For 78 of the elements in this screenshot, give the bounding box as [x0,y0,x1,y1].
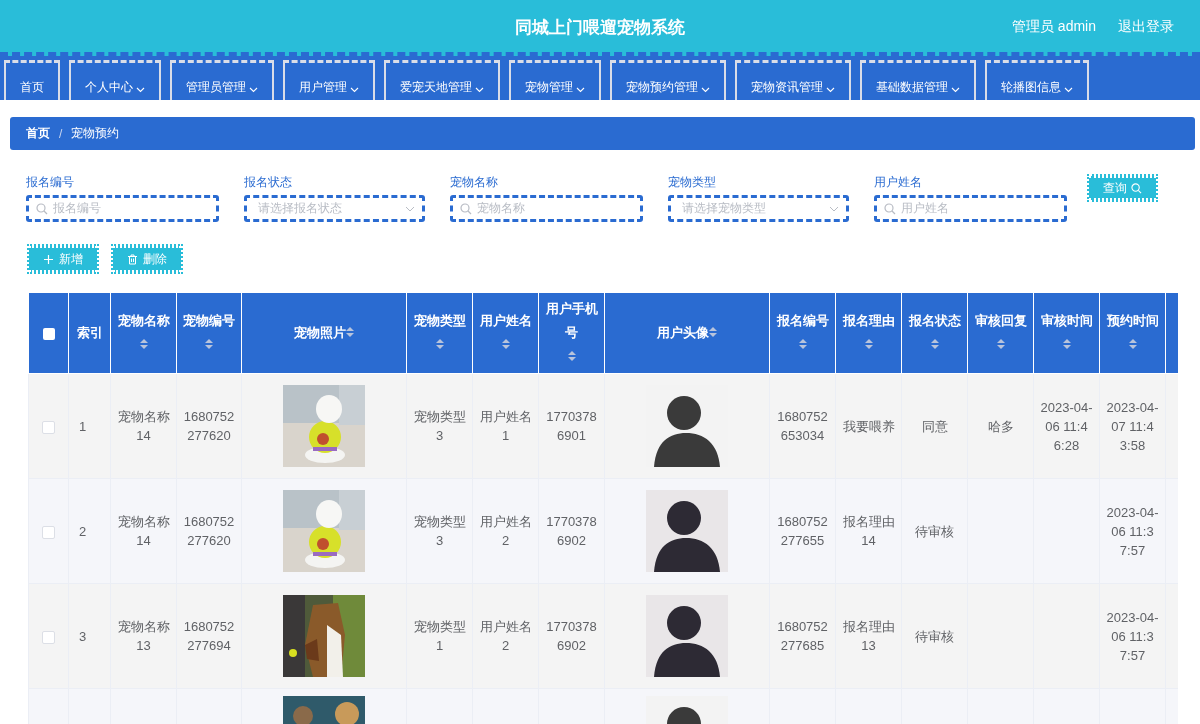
table-cell: 同意 [921,418,948,434]
sort-icon[interactable] [1062,339,1071,349]
nav-tab[interactable]: 基础数据管理 [860,60,976,100]
nav-tab[interactable]: 首页 [4,60,60,100]
nav-tab[interactable]: 轮播图信息 [985,60,1089,100]
table-cell: 1680752277685 [777,619,828,653]
table-cell: 宠物名称14 [117,514,170,548]
breadcrumb-item[interactable]: 首页 [26,125,50,142]
sort-icon[interactable] [205,339,213,349]
table-cell: 2023-04-06 11:37:57 [1106,504,1159,558]
sort-icon[interactable] [346,327,354,337]
sort-icon[interactable] [709,327,717,337]
sort-icon[interactable] [567,351,576,361]
row-checkbox[interactable] [42,420,55,434]
nav-tab[interactable]: 用户管理 [283,60,375,100]
table-cell: 报名理由14 [842,514,895,548]
table-cell: 宠物类型1 [413,619,466,653]
nav-tab[interactable]: 管理员管理 [170,60,274,100]
field-label: 报名编号 [26,174,75,189]
column-header[interactable]: 宠物照片 [294,321,346,345]
sort-icon[interactable] [864,339,873,349]
table-cell: 1 [79,418,87,434]
sort-icon[interactable] [930,339,939,349]
row-checkbox[interactable] [42,525,55,539]
table-cell: 用户姓名2 [479,619,532,653]
field-label: 宠物类型 [668,174,717,189]
table-cell: 3 [79,628,87,644]
table-cell: 2023-04-06 11:46:28 [1040,399,1093,453]
table-cell: 用户姓名2 [479,514,532,548]
table-cell: 17703786901 [546,409,597,443]
table-cell: 用户姓名1 [479,409,532,443]
trash-icon [127,253,138,265]
table-cell: 宠物名称13 [117,619,170,653]
breadcrumb-separator: / [59,126,63,141]
table-cell: 17703786902 [546,619,597,653]
field-label: 用户姓名 [874,174,923,189]
table-cell: 2023-04-07 11:43:58 [1106,399,1159,453]
table-cell: 宠物类型3 [413,409,466,443]
table-cell: 我要喂养 [842,418,895,434]
nav-tab[interactable]: 个人中心 [69,60,161,100]
table-cell: 待审核 [915,628,954,644]
search-icon [36,202,48,215]
table-cell: 宠物名称14 [117,409,170,443]
table-cell: 1680752653034 [777,409,828,443]
table-cell: 2 [79,523,87,539]
table-cell: 1680752277694 [183,619,235,653]
user-name: 管理员 admin [1011,18,1096,36]
table-cell: 报名理由13 [842,619,895,653]
search-icon [460,202,472,215]
sort-icon[interactable] [996,339,1005,349]
column-header: 索引 [76,324,103,342]
column-header[interactable]: 用户头像 [657,321,709,345]
nav-tab[interactable]: 宠物预约管理 [610,60,726,100]
sort-icon[interactable] [139,339,148,349]
sort-icon[interactable] [798,339,807,349]
table-cell: 1680752277620 [183,409,235,443]
sort-icon[interactable] [435,339,444,349]
field-label: 宠物名称 [450,174,499,189]
table-cell: 哈多 [987,418,1014,434]
nav-tab[interactable]: 宠物资讯管理 [735,60,851,100]
sort-icon[interactable] [501,339,510,349]
breadcrumb-item: 宠物预约 [71,125,120,142]
app-title: 同城上门喂遛宠物系统 [515,18,685,37]
table-cell: 宠物类型3 [413,514,466,548]
table-cell: 17703786902 [546,514,597,548]
search-icon [884,202,896,215]
select-all-checkbox[interactable] [42,327,55,340]
table-cell: 待审核 [915,523,954,539]
plus-icon [43,253,54,265]
search-icon [1131,182,1142,194]
field-label: 报名状态 [244,174,293,189]
nav-tab[interactable]: 宠物管理 [509,60,601,100]
table-cell: 2023-04-06 11:37:57 [1106,609,1159,663]
row-checkbox[interactable] [42,630,55,644]
table-cell: 1680752277620 [183,514,235,548]
nav-tab[interactable]: 爱宠天地管理 [384,60,500,100]
table-cell: 1680752277655 [777,514,828,548]
sort-icon[interactable] [1128,339,1137,349]
